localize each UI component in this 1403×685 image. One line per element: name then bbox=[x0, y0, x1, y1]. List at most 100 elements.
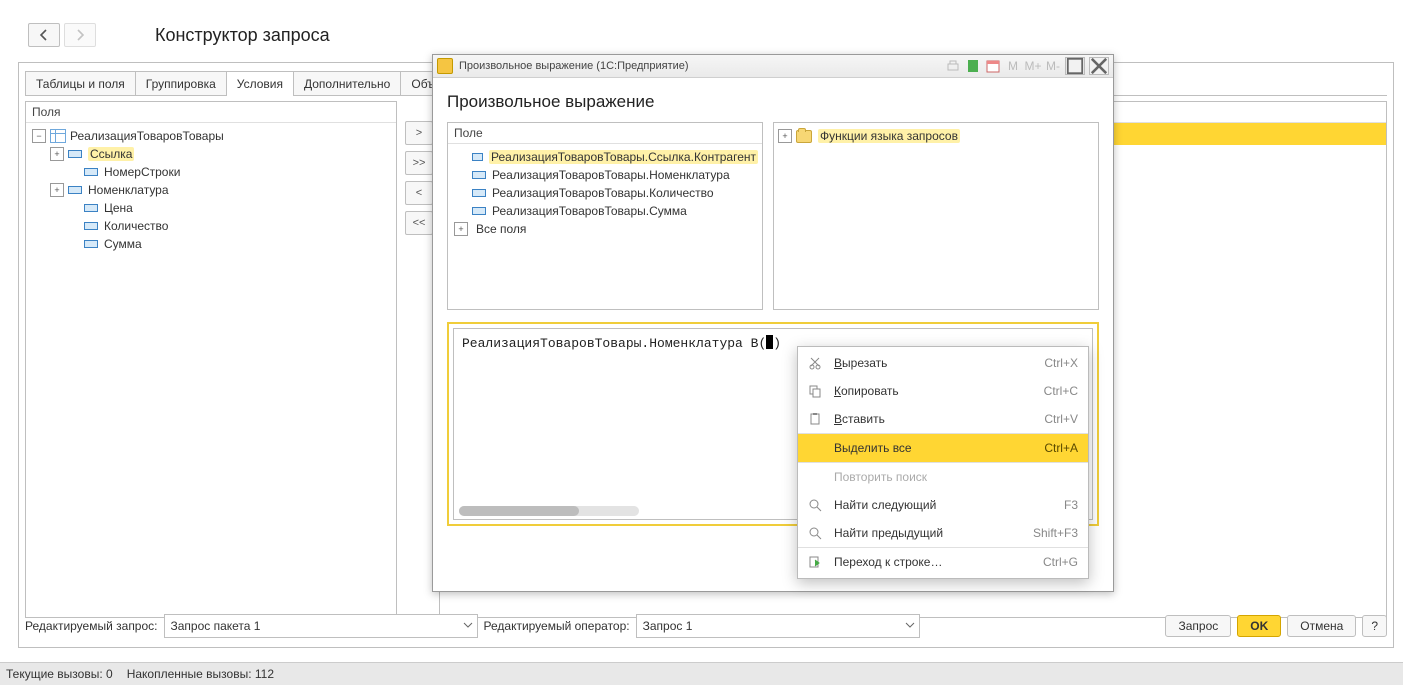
tree-item[interactable]: Сумма bbox=[30, 235, 396, 253]
all-fields-label: Все поля bbox=[476, 222, 526, 236]
fields-panel: Поля − РеализацияТоваровТовары + Ссылка … bbox=[25, 101, 397, 618]
tab-conditions[interactable]: Условия bbox=[226, 71, 294, 96]
copy-icon bbox=[806, 383, 824, 399]
functions-root[interactable]: + Функции языка запросов bbox=[778, 127, 1094, 145]
field-label: Цена bbox=[104, 201, 133, 215]
context-menu-item[interactable]: Выделить всеCtrl+A bbox=[798, 433, 1088, 462]
search-icon bbox=[806, 497, 824, 513]
chevron-down-icon bbox=[463, 619, 473, 633]
field-row[interactable]: РеализацияТоваровТовары.Номенклатура bbox=[452, 166, 758, 184]
expand-icon[interactable]: + bbox=[454, 222, 468, 236]
chevron-down-icon bbox=[905, 619, 915, 633]
m-button[interactable]: M bbox=[1005, 58, 1021, 74]
dialog-heading: Произвольное выражение bbox=[447, 92, 1099, 112]
tree-item[interactable]: Количество bbox=[30, 217, 396, 235]
mminus-button[interactable]: M- bbox=[1045, 58, 1061, 74]
cut-icon bbox=[806, 355, 824, 371]
edited-operator-combo[interactable]: Запрос 1 bbox=[636, 614, 920, 638]
context-menu-item: Повторить поиск bbox=[798, 462, 1088, 491]
page-title: Конструктор запроса bbox=[155, 25, 330, 46]
field-icon bbox=[84, 240, 98, 248]
all-fields-row[interactable]: + Все поля bbox=[452, 220, 758, 238]
context-menu-item[interactable]: Найти предыдущийShift+F3 bbox=[798, 519, 1088, 547]
context-menu-item[interactable]: Найти следующийF3 bbox=[798, 491, 1088, 519]
tree-root-label: РеализацияТоваровТовары bbox=[70, 129, 224, 143]
forward-button[interactable] bbox=[64, 23, 96, 47]
goto-icon bbox=[806, 554, 824, 570]
combo-value: Запрос 1 bbox=[643, 619, 693, 633]
help-button[interactable]: ? bbox=[1362, 615, 1387, 637]
collapse-icon[interactable]: − bbox=[32, 129, 46, 143]
context-menu-item[interactable]: Переход к строке…Ctrl+G bbox=[798, 547, 1088, 576]
tab-grouping[interactable]: Группировка bbox=[135, 71, 227, 96]
field-row[interactable]: РеализацияТоваровТовары.Количество bbox=[452, 184, 758, 202]
dialog-titlebar[interactable]: Произвольное выражение (1С:Предприятие) … bbox=[433, 55, 1113, 78]
calc-green-icon[interactable] bbox=[965, 58, 981, 74]
tree-root[interactable]: − РеализацияТоваровТовары bbox=[30, 127, 396, 145]
field-icon bbox=[84, 204, 98, 212]
blank-icon bbox=[806, 440, 824, 456]
move-right-button[interactable]: > bbox=[405, 121, 433, 145]
edited-request-combo[interactable]: Запрос пакета 1 bbox=[164, 614, 478, 638]
combo-value: Запрос пакета 1 bbox=[171, 619, 261, 633]
field-row[interactable]: РеализацияТоваровТовары.Ссылка.Контраген… bbox=[452, 148, 758, 166]
move-all-right-button[interactable]: >> bbox=[405, 151, 433, 175]
field-icon bbox=[472, 153, 483, 161]
fields-panel-header: Поля bbox=[26, 102, 396, 123]
context-menu-item[interactable]: ВставитьCtrl+V bbox=[798, 405, 1088, 433]
dialog-title-text: Произвольное выражение (1С:Предприятие) bbox=[459, 60, 689, 72]
field-subpanel-header: Поле bbox=[448, 123, 762, 144]
context-menu-label: Повторить поиск bbox=[834, 470, 1078, 484]
functions-root-label: Функции языка запросов bbox=[818, 129, 960, 143]
app-1c-icon bbox=[437, 58, 453, 74]
horizontal-scrollbar[interactable] bbox=[459, 506, 639, 516]
context-menu-label: Выделить все bbox=[834, 441, 1044, 455]
ok-button[interactable]: OK bbox=[1237, 615, 1281, 637]
status-bar: Текущие вызовы: 0 Накопленные вызовы: 11… bbox=[0, 662, 1403, 685]
tree-item[interactable]: + Ссылка bbox=[30, 145, 396, 163]
context-menu-item[interactable]: ВырезатьCtrl+X bbox=[798, 349, 1088, 377]
tree-item[interactable]: Цена bbox=[30, 199, 396, 217]
context-menu-shortcut: Ctrl+C bbox=[1044, 384, 1078, 398]
calendar-icon[interactable] bbox=[985, 58, 1001, 74]
scrollbar-thumb[interactable] bbox=[459, 506, 579, 516]
cancel-button[interactable]: Отмена bbox=[1287, 615, 1356, 637]
blank-icon bbox=[806, 469, 824, 485]
back-button[interactable] bbox=[28, 23, 60, 47]
field-label: Ссылка bbox=[88, 147, 134, 161]
query-button[interactable]: Запрос bbox=[1165, 615, 1231, 637]
expand-icon[interactable]: + bbox=[778, 129, 792, 143]
status-accum-calls: Накопленные вызовы: 112 bbox=[127, 667, 274, 681]
context-menu-shortcut: F3 bbox=[1064, 498, 1078, 512]
context-menu-label: Найти предыдущий bbox=[834, 526, 1033, 540]
expression-code: РеализацияТоваровТовары.Номенклатура В() bbox=[462, 336, 781, 351]
context-menu-shortcut: Ctrl+A bbox=[1044, 441, 1078, 455]
footer-row: Редактируемый запрос: Запрос пакета 1 Ре… bbox=[25, 613, 1387, 639]
context-menu-shortcut: Shift+F3 bbox=[1033, 526, 1078, 540]
tab-additional[interactable]: Дополнительно bbox=[293, 71, 401, 96]
tab-tables-fields[interactable]: Таблицы и поля bbox=[25, 71, 136, 96]
print-icon[interactable] bbox=[945, 58, 961, 74]
expand-icon[interactable]: + bbox=[50, 183, 64, 197]
status-current-calls: Текущие вызовы: 0 bbox=[6, 667, 113, 681]
field-icon bbox=[472, 189, 486, 197]
edited-operator-label: Редактируемый оператор: bbox=[484, 619, 630, 633]
tabs-row: Таблицы и поля Группировка Условия Допол… bbox=[25, 71, 491, 96]
mplus-button[interactable]: M+ bbox=[1025, 58, 1041, 74]
move-left-button[interactable]: < bbox=[405, 181, 433, 205]
field-subpanel: Поле РеализацияТоваровТовары.Ссылка.Конт… bbox=[447, 122, 763, 310]
expand-icon[interactable]: + bbox=[50, 147, 64, 161]
close-button[interactable] bbox=[1089, 57, 1109, 75]
minimize-button[interactable] bbox=[1065, 57, 1085, 75]
field-label: НомерСтроки bbox=[104, 165, 180, 179]
context-menu-item[interactable]: КопироватьCtrl+C bbox=[798, 377, 1088, 405]
field-icon bbox=[68, 150, 82, 158]
search-icon bbox=[806, 525, 824, 541]
tree-item[interactable]: НомерСтроки bbox=[30, 163, 396, 181]
field-row[interactable]: РеализацияТоваровТовары.Сумма bbox=[452, 202, 758, 220]
field-icon bbox=[472, 207, 486, 215]
move-all-left-button[interactable]: << bbox=[405, 211, 433, 235]
tree-item[interactable]: + Номенклатура bbox=[30, 181, 396, 199]
field-row-label: РеализацияТоваровТовары.Ссылка.Контраген… bbox=[489, 150, 758, 164]
field-icon bbox=[84, 222, 98, 230]
